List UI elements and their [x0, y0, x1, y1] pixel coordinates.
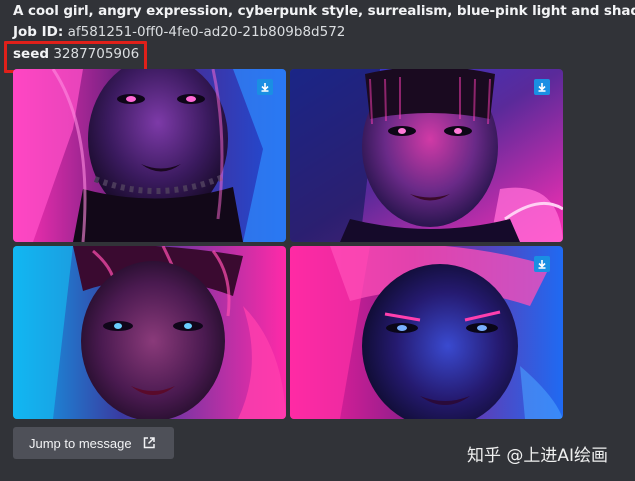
download-icon[interactable]	[257, 79, 273, 95]
image-1-artwork	[13, 69, 286, 242]
image-tile-2[interactable]	[290, 69, 563, 242]
image-4-artwork	[290, 246, 563, 419]
image-tile-3[interactable]	[13, 246, 286, 419]
download-icon[interactable]	[534, 79, 550, 95]
external-link-icon	[142, 436, 156, 450]
image-2-artwork	[290, 69, 563, 242]
prompt-text: A cool girl, angry expression, cyberpunk…	[13, 3, 635, 19]
job-id-value: af581251-0ff0-4fe0-ad20-21b809b8d572	[67, 24, 346, 40]
image-tile-1[interactable]	[13, 69, 286, 242]
jump-to-message-button[interactable]: Jump to message	[13, 427, 174, 459]
image-grid	[13, 69, 563, 419]
download-icon[interactable]	[534, 256, 550, 272]
image-3-artwork	[13, 246, 286, 419]
jump-to-message-label: Jump to message	[29, 435, 132, 451]
job-id-line: Job ID: af581251-0ff0-4fe0-ad20-21b809b8…	[13, 24, 345, 40]
image-tile-4[interactable]	[290, 246, 563, 419]
watermark-text: 知乎 @上进AI绘画	[467, 446, 609, 466]
job-id-label: Job ID:	[13, 24, 64, 40]
